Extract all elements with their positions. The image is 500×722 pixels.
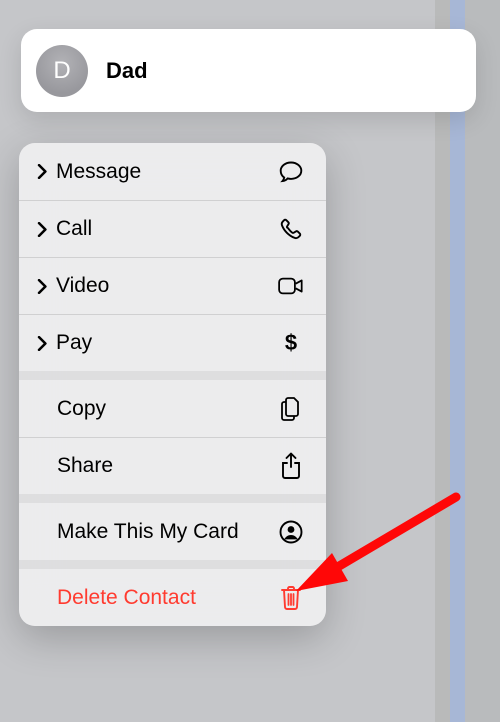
menu-item-video[interactable]: Video (19, 257, 326, 314)
menu-item-message-label: Message (56, 160, 141, 184)
menu-separator (19, 371, 326, 380)
menu-item-share[interactable]: Share (19, 437, 326, 494)
menu-separator (19, 560, 326, 569)
person-circle-icon (278, 519, 304, 545)
copy-icon (278, 396, 304, 422)
menu-separator (19, 494, 326, 503)
menu-item-message[interactable]: Message (19, 143, 326, 200)
contact-name-label: Dad (106, 58, 148, 84)
chevron-right-icon (37, 336, 48, 351)
chevron-right-icon (37, 164, 48, 179)
menu-item-share-label: Share (57, 454, 113, 478)
message-icon (278, 159, 304, 185)
phone-icon (278, 216, 304, 242)
chevron-right-icon (37, 279, 48, 294)
contact-avatar: D (36, 45, 88, 97)
menu-item-call-label: Call (56, 217, 92, 241)
trash-icon (278, 585, 304, 611)
menu-item-make-my-card[interactable]: Make This My Card (19, 503, 326, 560)
menu-item-pay[interactable]: Pay $ (19, 314, 326, 371)
menu-item-delete-label: Delete Contact (57, 586, 196, 610)
dollar-icon: $ (278, 330, 304, 356)
menu-item-copy[interactable]: Copy (19, 380, 326, 437)
share-icon (278, 453, 304, 479)
menu-item-copy-label: Copy (57, 397, 106, 421)
contact-initial: D (53, 57, 70, 85)
menu-item-pay-label: Pay (56, 331, 92, 355)
blurred-background: D Dad Message Call (0, 0, 500, 722)
menu-item-delete-contact[interactable]: Delete Contact (19, 569, 326, 626)
contact-card[interactable]: D Dad (21, 29, 476, 112)
menu-item-video-label: Video (56, 274, 109, 298)
menu-item-make-my-card-label: Make This My Card (57, 520, 239, 544)
context-menu: Message Call (19, 143, 326, 626)
menu-item-call[interactable]: Call (19, 200, 326, 257)
chevron-right-icon (37, 222, 48, 237)
video-icon (278, 273, 304, 299)
